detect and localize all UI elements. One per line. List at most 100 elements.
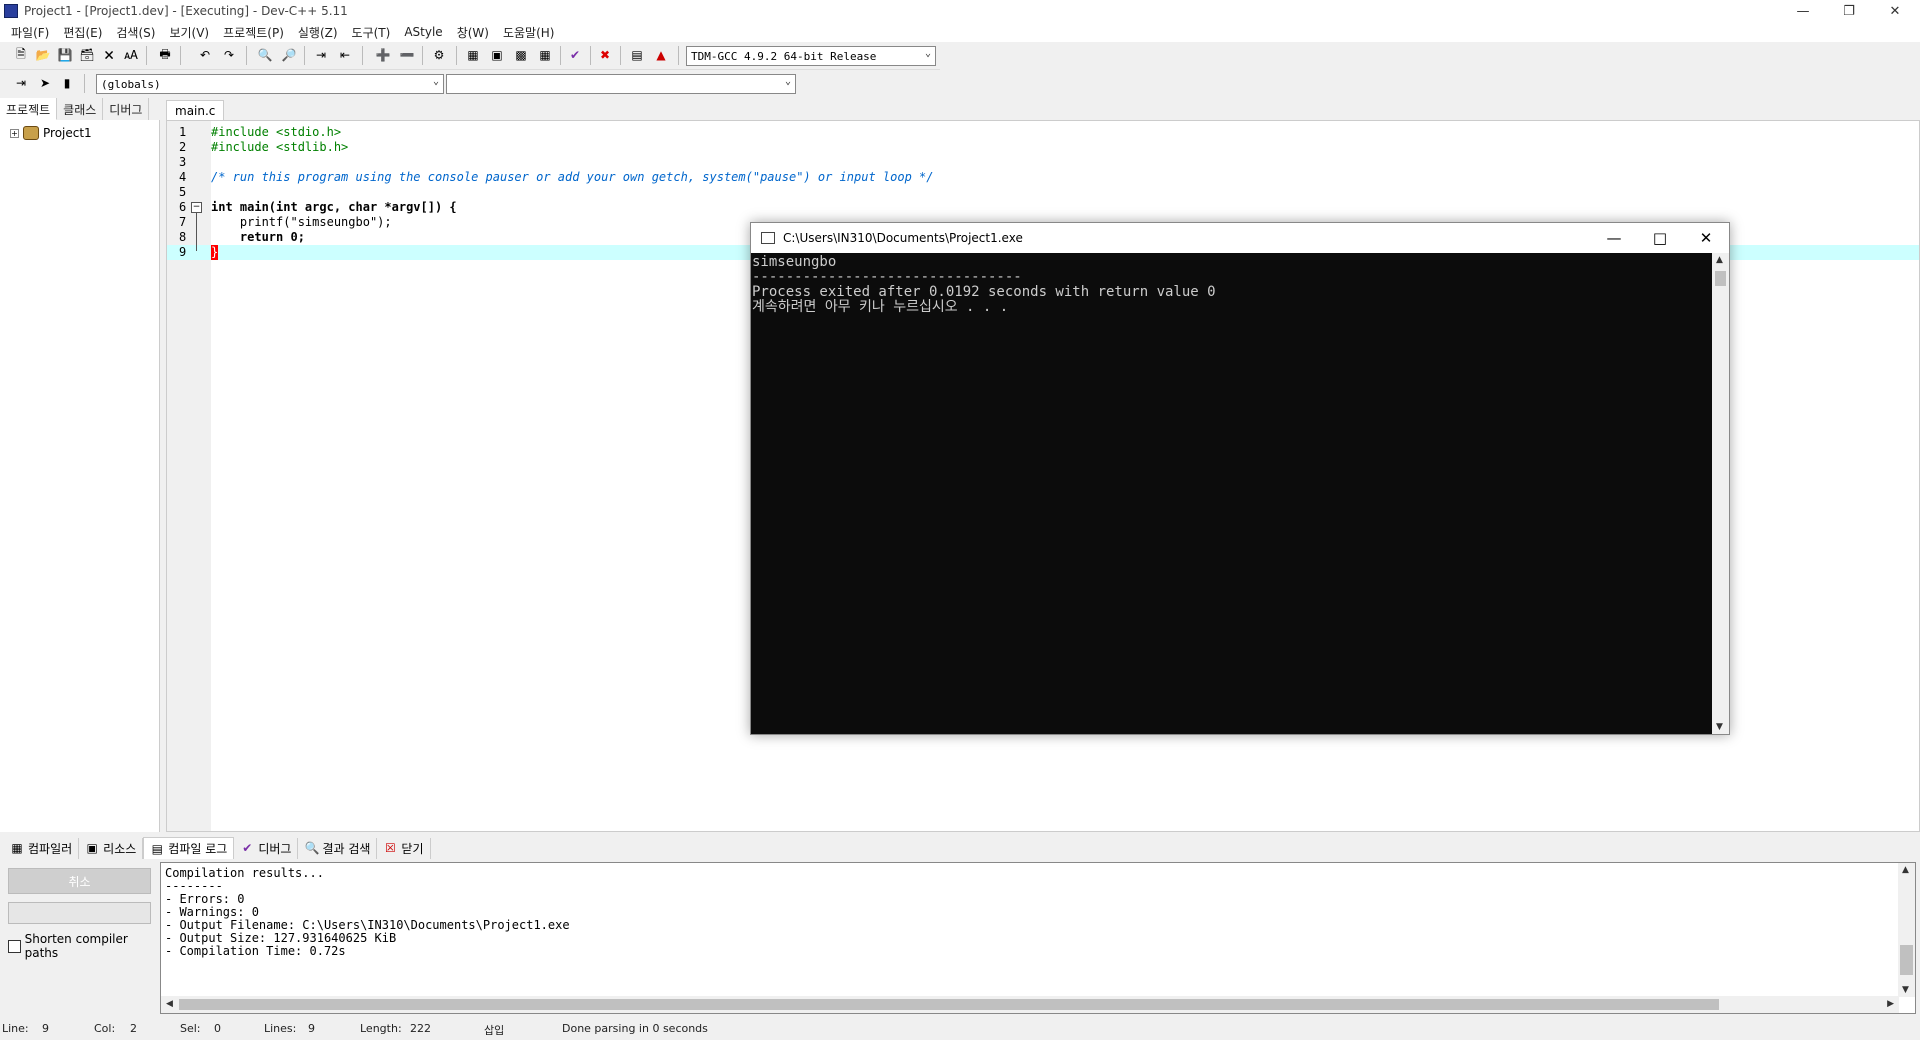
tab-debug-bottom[interactable]: ✔ 디버그: [234, 837, 299, 859]
project-panel: [0, 98, 160, 832]
expand-icon[interactable]: +: [10, 128, 19, 138]
open-file-icon[interactable]: 📂: [34, 46, 52, 64]
console-title-bar[interactable]: C:\Users\IN310\Documents\Project1.exe — …: [751, 223, 1729, 253]
rebuild-all-icon[interactable]: ▦: [536, 46, 554, 64]
window-title: Project1 - [Project1.dev] - [Executing] …: [24, 4, 348, 18]
save-all-icon[interactable]: 🗃: [78, 46, 96, 64]
chevron-down-icon: ⌄: [784, 76, 791, 87]
fold-guide: [196, 213, 197, 251]
compile-icon[interactable]: ▦: [464, 46, 482, 64]
grid-icon: ▦: [11, 841, 23, 855]
member-select[interactable]: ⌄: [446, 74, 796, 94]
shorten-paths-label: Shorten compiler paths: [24, 932, 128, 960]
tab-close[interactable]: ☒ 닫기: [377, 837, 431, 859]
log-vscroll-thumb[interactable]: [1900, 945, 1913, 975]
status-line-label: Line:: [2, 1022, 29, 1035]
compile-log-text: Compilation results... -------- - Errors…: [165, 866, 570, 958]
abort-compilation-button[interactable]: 취소: [8, 868, 151, 894]
menu-bar: 파일(F) 편집(E) 검색(S) 보기(V) 프로젝트(P) 실행(Z) 도구…: [0, 22, 1920, 42]
console-scroll-thumb[interactable]: [1715, 271, 1726, 286]
run-icon[interactable]: ▣: [488, 46, 506, 64]
project-options-icon[interactable]: ⚙: [430, 46, 448, 64]
scroll-up-icon[interactable]: ▲: [1902, 865, 1909, 875]
remove-from-project-icon[interactable]: ➖: [398, 46, 416, 64]
code-line: 5: [179, 185, 187, 199]
main-toolbar: 🗎 📂 💾 🗃 🗙 🗚 🖶 ↶ ↷ 🔍 🔎 ⇥ ⇤ ➕ ➖ ⚙ ▦ ▣ ▩ ▦ …: [0, 42, 940, 70]
close-file-icon[interactable]: 🗙: [100, 46, 118, 64]
stop-execution-icon[interactable]: ✖: [596, 46, 614, 64]
add-to-project-icon[interactable]: ➕: [374, 46, 392, 64]
save-icon[interactable]: 💾: [56, 46, 74, 64]
shorten-paths-checkbox[interactable]: Shorten compiler paths: [8, 932, 160, 960]
console-maximize-icon[interactable]: □: [1637, 223, 1683, 253]
undo-icon[interactable]: ↶: [196, 46, 214, 64]
menu-help[interactable]: 도움말(H): [496, 24, 562, 41]
indent-icon[interactable]: ⇥: [312, 46, 330, 64]
resources-icon: ▣: [86, 841, 98, 855]
tab-compiler[interactable]: ▦ 컴파일러: [4, 837, 80, 859]
menu-astyle[interactable]: AStyle: [397, 25, 449, 39]
chevron-down-icon: ⌄: [432, 76, 439, 87]
checkmark-icon: ✔: [242, 841, 253, 855]
scroll-up-icon[interactable]: ▲: [1716, 255, 1723, 265]
console-window[interactable]: C:\Users\IN310\Documents\Project1.exe — …: [750, 222, 1730, 735]
new-file-icon[interactable]: 🗎: [12, 46, 30, 64]
tab-project[interactable]: 프로젝트: [0, 98, 58, 120]
code-line: 4/* run this program using the console p…: [179, 170, 934, 184]
compiler-select[interactable]: TDM-GCC 4.9.2 64-bit Release ⌄: [686, 46, 936, 66]
menu-execute[interactable]: 실행(Z): [291, 24, 345, 41]
devcpp-app-icon: [4, 4, 18, 18]
menu-file[interactable]: 파일(F): [4, 24, 56, 41]
profile-icon[interactable]: ▤: [628, 46, 646, 64]
scroll-down-icon[interactable]: ▼: [1716, 722, 1723, 732]
delete-profile-icon[interactable]: ▲: [652, 46, 670, 64]
scroll-left-icon[interactable]: ◀: [166, 999, 173, 1009]
scroll-right-icon[interactable]: ▶: [1887, 999, 1894, 1009]
scroll-down-icon[interactable]: ▼: [1902, 985, 1909, 995]
goto-bookmark-icon[interactable]: ▮: [58, 74, 76, 92]
close-icon[interactable]: ✕: [1872, 0, 1918, 22]
project-tree-root[interactable]: + Project1: [10, 126, 92, 140]
tab-main-c[interactable]: main.c: [166, 100, 225, 121]
tab-debug[interactable]: 디버그: [103, 98, 150, 120]
syntax-check-icon[interactable]: ✔: [566, 46, 584, 64]
compile-log[interactable]: Compilation results... -------- - Errors…: [160, 862, 1916, 1014]
menu-window[interactable]: 창(W): [450, 24, 496, 41]
console-minimize-icon[interactable]: —: [1591, 223, 1637, 253]
print-icon[interactable]: 🖶: [156, 46, 174, 64]
insert-icon[interactable]: ⇥: [12, 74, 30, 92]
tab-find-results[interactable]: 🔍 결과 검색: [298, 837, 378, 859]
console-close-icon[interactable]: ✕: [1683, 223, 1729, 253]
unindent-icon[interactable]: ⇤: [336, 46, 354, 64]
checkbox-box[interactable]: [8, 939, 21, 953]
menu-tools[interactable]: 도구(T): [345, 24, 398, 41]
bar-chart-icon: ▤: [151, 841, 163, 856]
menu-search[interactable]: 검색(S): [109, 24, 162, 41]
console-scrollbar[interactable]: ▲ ▼: [1712, 253, 1729, 734]
editor-tabs: main.c: [166, 98, 1920, 121]
tab-resources[interactable]: ▣ 리소스: [79, 837, 144, 859]
close-all-icon[interactable]: 🗚: [122, 46, 140, 64]
status-lines-label: Lines:: [264, 1022, 297, 1035]
code-line: 1 #include <stdio.h>: [179, 125, 342, 139]
fold-toggle-icon[interactable]: −: [191, 202, 202, 213]
log-hscroll-thumb[interactable]: [179, 999, 1719, 1010]
status-col: 2: [130, 1022, 137, 1035]
replace-icon[interactable]: 🔎: [280, 46, 298, 64]
status-col-label: Col:: [94, 1022, 116, 1035]
log-horizontal-scrollbar[interactable]: ◀ ▶: [161, 996, 1899, 1013]
log-vertical-scrollbar[interactable]: ▲ ▼: [1898, 863, 1915, 997]
tab-classes[interactable]: 클래스: [57, 98, 104, 120]
tab-compile-log[interactable]: ▤ 컴파일 로그: [143, 837, 235, 859]
menu-edit[interactable]: 편집(E): [56, 24, 109, 41]
minimize-icon[interactable]: —: [1780, 0, 1826, 22]
menu-view[interactable]: 보기(V): [162, 24, 216, 41]
status-line: 9: [42, 1022, 49, 1035]
scope-select[interactable]: (globals) ⌄: [96, 74, 444, 94]
redo-icon[interactable]: ↷: [220, 46, 238, 64]
menu-project[interactable]: 프로젝트(P): [216, 24, 291, 41]
compile-run-icon[interactable]: ▩: [512, 46, 530, 64]
toggle-bookmark-icon[interactable]: ➤: [36, 74, 54, 92]
find-icon[interactable]: 🔍: [256, 46, 274, 64]
restore-icon[interactable]: ❐: [1826, 0, 1872, 22]
